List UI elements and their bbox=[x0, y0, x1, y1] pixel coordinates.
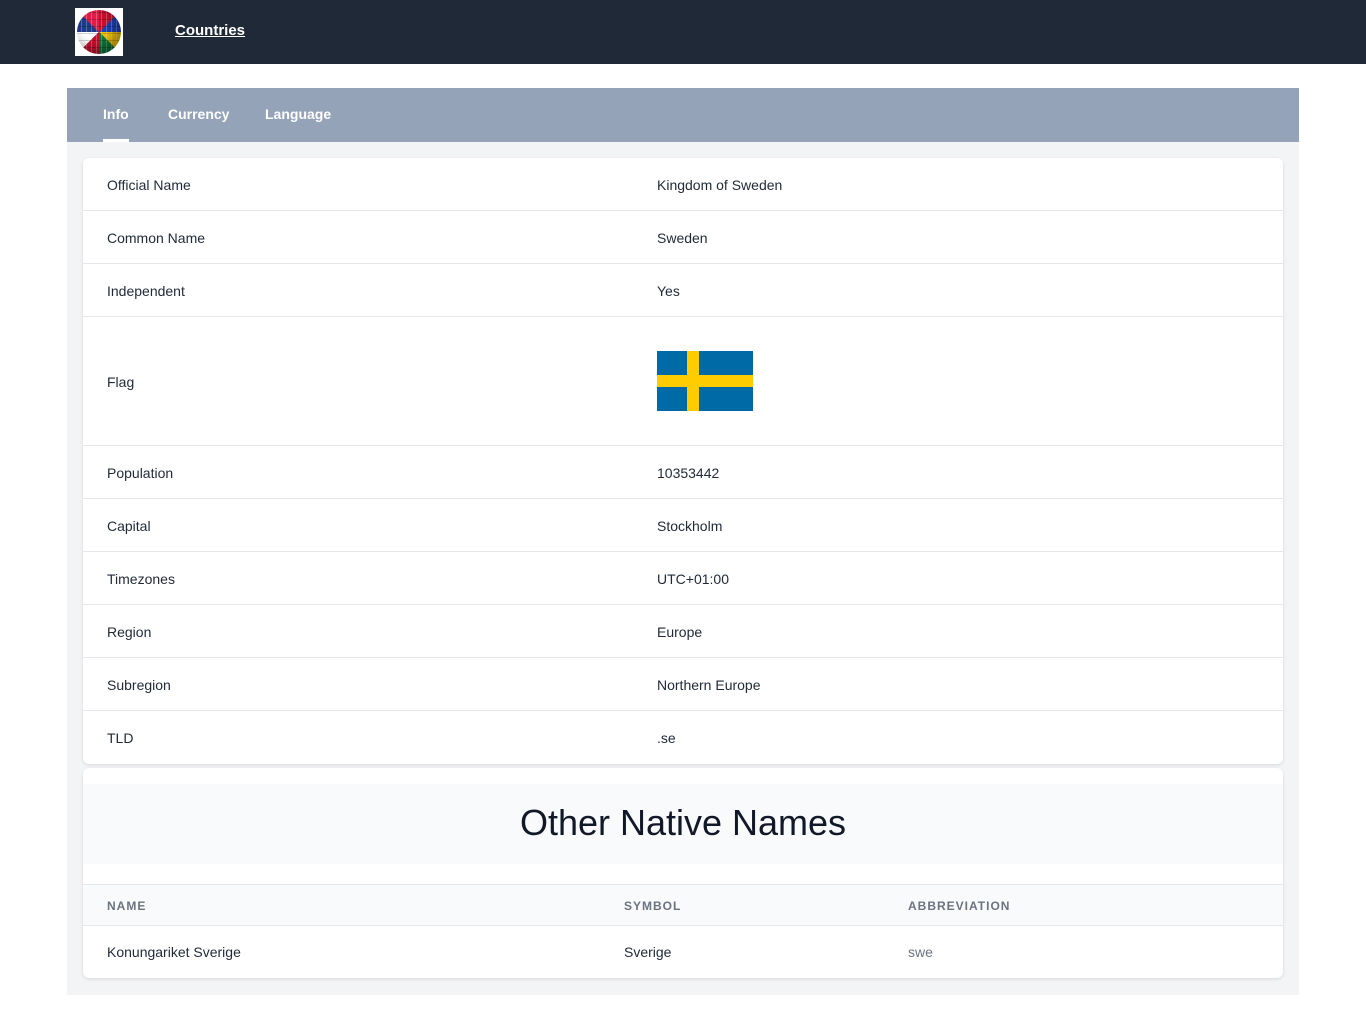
flag-cross-horizontal bbox=[657, 375, 753, 387]
row-label: Subregion bbox=[107, 677, 171, 693]
info-row-common-name: Common Name Sweden bbox=[83, 211, 1283, 264]
native-names-card: Other Native Names NAME SYMBOL ABBREVIAT… bbox=[83, 768, 1283, 978]
native-abbreviation-cell: swe bbox=[908, 944, 933, 960]
row-value: 10353442 bbox=[657, 465, 720, 481]
sweden-flag-image bbox=[657, 351, 753, 411]
row-label: Region bbox=[107, 624, 152, 640]
info-row-capital: Capital Stockholm bbox=[83, 499, 1283, 552]
row-value: Sweden bbox=[657, 230, 708, 246]
column-header-abbreviation: ABBREVIATION bbox=[908, 899, 1011, 913]
row-value: Stockholm bbox=[657, 518, 723, 534]
tab-info[interactable]: Info bbox=[103, 88, 129, 142]
row-label: Flag bbox=[107, 374, 135, 390]
row-value: Yes bbox=[657, 283, 680, 299]
row-label: TLD bbox=[107, 730, 134, 746]
row-value: Kingdom of Sweden bbox=[657, 177, 783, 193]
site-logo[interactable] bbox=[75, 8, 123, 56]
info-row-population: Population 10353442 bbox=[83, 446, 1283, 499]
native-name-cell: Konungariket Sverige bbox=[107, 944, 241, 960]
column-header-symbol: SYMBOL bbox=[624, 899, 682, 913]
info-row-subregion: Subregion Northern Europe bbox=[83, 658, 1283, 711]
native-names-title: Other Native Names bbox=[519, 802, 847, 843]
tab-language[interactable]: Language bbox=[265, 88, 331, 142]
row-label: Common Name bbox=[107, 230, 206, 246]
world-flags-globe-icon bbox=[77, 10, 121, 54]
tab-currency[interactable]: Currency bbox=[168, 88, 229, 142]
row-value: Northern Europe bbox=[657, 677, 761, 693]
nav-link-countries[interactable]: Countries bbox=[175, 22, 245, 39]
row-value: UTC+01:00 bbox=[657, 571, 729, 587]
row-label: Capital bbox=[107, 518, 151, 534]
info-card: Official Name Kingdom of Sweden Common N… bbox=[83, 158, 1283, 764]
row-label: Independent bbox=[107, 283, 185, 299]
info-row-region: Region Europe bbox=[83, 605, 1283, 658]
row-value: Europe bbox=[657, 624, 703, 640]
info-row-flag: Flag bbox=[83, 317, 1283, 446]
row-label: Timezones bbox=[107, 571, 175, 587]
row-value: .se bbox=[657, 730, 676, 746]
row-label: Official Name bbox=[107, 177, 191, 193]
country-panel: Info Currency Language Official Name Kin… bbox=[67, 88, 1299, 995]
info-row-official-name: Official Name Kingdom of Sweden bbox=[83, 158, 1283, 211]
top-navbar: Countries bbox=[0, 0, 1366, 64]
info-row-tld: TLD .se bbox=[83, 711, 1283, 764]
column-header-name: NAME bbox=[107, 899, 147, 913]
info-row-timezones: Timezones UTC+01:00 bbox=[83, 552, 1283, 605]
row-label: Population bbox=[107, 465, 174, 481]
native-names-title-band: Other Native Names bbox=[83, 784, 1283, 864]
native-symbol-cell: Sverige bbox=[624, 944, 672, 960]
info-row-independent: Independent Yes bbox=[83, 264, 1283, 317]
native-names-table-header: NAME SYMBOL ABBREVIATION bbox=[83, 884, 1283, 926]
tab-bar: Info Currency Language bbox=[67, 88, 1299, 142]
